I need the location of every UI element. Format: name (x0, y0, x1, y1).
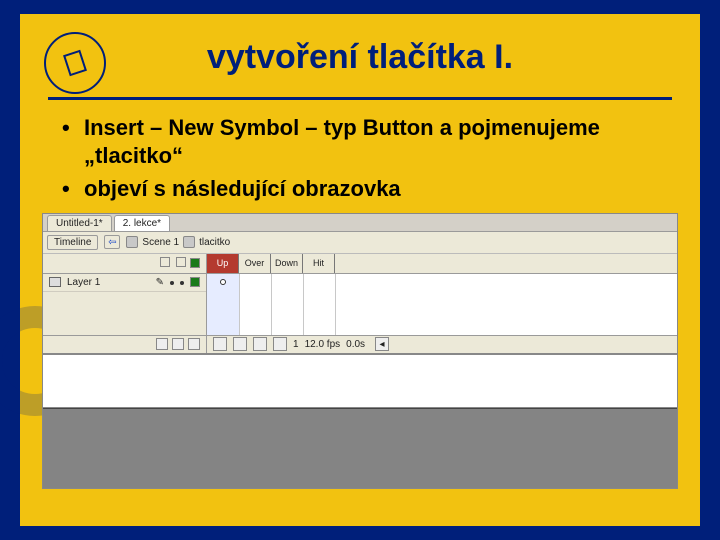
document-tabs: Untitled-1* 2. lekce* (43, 214, 677, 232)
add-layer-button[interactable] (156, 338, 168, 350)
bullet-2: objeví s následující obrazovka (56, 175, 664, 203)
symbol-icon (183, 236, 195, 248)
state-over[interactable]: Over (239, 254, 271, 273)
onion-outline-button[interactable] (253, 337, 267, 351)
elapsed-time: 0.0s (346, 339, 365, 350)
fps-label: 12.0 fps (305, 339, 341, 350)
button-states-row: Up Over Down Hit (207, 254, 677, 273)
slide-title: vytvoření tlačítka I. (48, 30, 672, 89)
properties-panel (43, 408, 677, 488)
add-folder-button[interactable] (172, 338, 184, 350)
tab-lekce[interactable]: 2. lekce* (114, 215, 170, 231)
back-arrow-button[interactable]: ⇦ (104, 235, 120, 249)
timeline-status: 1 12.0 fps 0.0s ◂ (207, 336, 677, 353)
lock-icon[interactable] (174, 257, 186, 270)
tab-untitled[interactable]: Untitled-1* (47, 215, 112, 231)
dot1 (170, 281, 174, 285)
layer-outline-color (190, 277, 200, 287)
state-up[interactable]: Up (207, 254, 239, 273)
layer-name: Layer 1 (67, 277, 100, 288)
onion-skin-button[interactable] (233, 337, 247, 351)
crumb-symbol[interactable]: tlacitko (199, 237, 230, 248)
timeline-layer-tools (43, 254, 207, 273)
delete-layer-button[interactable] (188, 338, 200, 350)
outline-color-icon[interactable] (190, 258, 200, 268)
timeline-footer: 1 12.0 fps 0.0s ◂ (43, 336, 677, 354)
breadcrumb: Scene 1 tlacitko (126, 236, 230, 248)
dot2 (180, 281, 184, 285)
timeline-layers: Layer 1 ✎ (43, 274, 677, 336)
layer-buttons (43, 336, 207, 353)
timeline-label[interactable]: Timeline (47, 235, 98, 250)
slide: vytvoření tlačítka I. Insert – New Symbo… (20, 14, 700, 526)
logo-icon (44, 32, 106, 94)
keyframe-up[interactable] (220, 279, 226, 285)
eye-icon[interactable] (158, 257, 170, 270)
slide-header: vytvoření tlačítka I. (48, 14, 672, 100)
timeline-frames[interactable] (207, 274, 677, 335)
layer-icon (49, 277, 61, 287)
pencil-icon: ✎ (156, 277, 164, 288)
center-frame-button[interactable] (213, 337, 227, 351)
layer-item[interactable]: Layer 1 ✎ (43, 274, 206, 292)
scene-icon (126, 236, 138, 248)
breadcrumb-bar: Timeline ⇦ Scene 1 tlacitko (43, 232, 677, 254)
flash-editor-screenshot: Untitled-1* 2. lekce* Timeline ⇦ Scene 1… (42, 213, 678, 489)
state-down[interactable]: Down (271, 254, 303, 273)
bullet-1: Insert – New Symbol – typ Button a pojme… (56, 114, 664, 169)
edit-multiple-button[interactable] (273, 337, 287, 351)
state-hit[interactable]: Hit (303, 254, 335, 273)
current-frame: 1 (293, 339, 299, 350)
crumb-scene[interactable]: Scene 1 (142, 237, 179, 248)
layer-list: Layer 1 ✎ (43, 274, 207, 335)
slide-body: Insert – New Symbol – typ Button a pojme… (20, 100, 700, 203)
scroll-left-button[interactable]: ◂ (375, 337, 389, 351)
timeline-header: Up Over Down Hit (43, 254, 677, 274)
stage-canvas[interactable] (43, 354, 677, 408)
